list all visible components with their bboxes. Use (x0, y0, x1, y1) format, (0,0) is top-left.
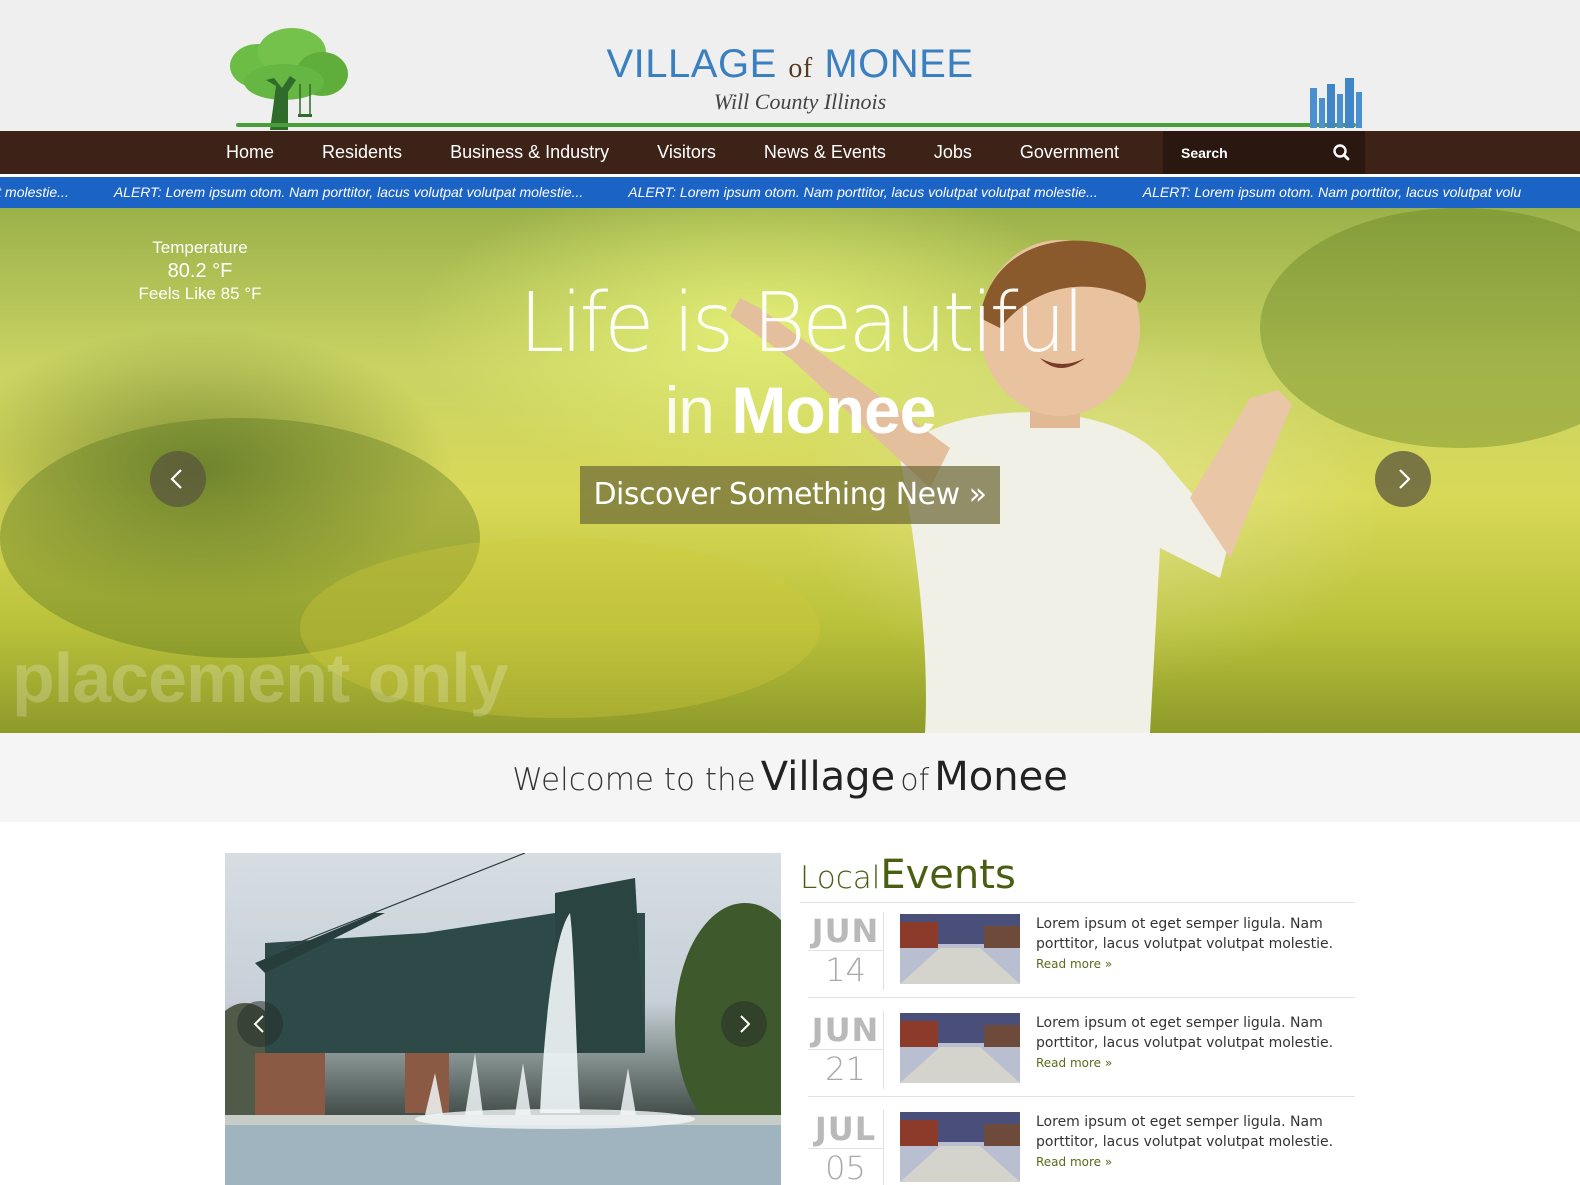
main-nav: Home Residents Business & Industry Visit… (0, 131, 1580, 174)
photo-gallery (225, 853, 781, 1185)
event-day: 05 (808, 1148, 883, 1185)
event-date: JUN 21 (808, 1011, 884, 1089)
skyline-icon (1310, 78, 1362, 128)
search-box (1163, 131, 1365, 174)
event-date: JUL 05 (808, 1110, 884, 1185)
alert-item[interactable]: ALERT: Lorem ipsum otom. Nam porttitor, … (1143, 177, 1521, 208)
gallery-photo-fountain (225, 853, 781, 1185)
event-month: JUL (814, 1110, 877, 1148)
gallery-prev-button[interactable] (237, 1001, 283, 1047)
chevron-right-icon (1399, 469, 1411, 489)
hero-slider: Temperature 80.2 °F Feels Like 85 °F Lif… (0, 208, 1580, 733)
welcome-part-village: Village (760, 754, 896, 800)
nav-item-visitors[interactable]: Visitors (633, 131, 740, 174)
welcome-heading: Welcome to the Village of Monee (0, 733, 1580, 829)
hero-subheadline-place: Monee (731, 373, 936, 447)
alert-item[interactable]: ALERT: Lorem ipsum otom. Nam porttitor, … (114, 177, 583, 208)
nav-item-business-industry[interactable]: Business & Industry (426, 131, 633, 174)
nav-item-home[interactable]: Home (226, 131, 298, 174)
event-description: Lorem ipsum ot eget semper ligula. Nam p… (1036, 1015, 1334, 1051)
weather-widget: Temperature 80.2 °F Feels Like 85 °F (120, 238, 280, 304)
search-input[interactable] (1163, 131, 1323, 174)
site-title: VILLAGE of MONEE (560, 42, 1020, 91)
event-description: Lorem ipsum ot eget semper ligula. Nam p… (1036, 1114, 1334, 1150)
nav-menu: Home Residents Business & Industry Visit… (226, 131, 1143, 174)
event-date: JUN 14 (808, 912, 884, 990)
event-separator (808, 1096, 1355, 1097)
hero-headline: Life is Beautiful (518, 276, 1085, 371)
hero-next-button[interactable] (1375, 451, 1431, 507)
event-read-more-link[interactable]: Read more » (1036, 1155, 1112, 1169)
event-month: JUN (811, 912, 880, 950)
event-day: 14 (808, 950, 883, 989)
chevron-right-icon (740, 1015, 751, 1033)
event-separator (808, 997, 1355, 998)
events-divider (800, 902, 1355, 903)
placement-watermark: placement only (12, 639, 509, 717)
weather-label: Temperature (152, 238, 248, 257)
alert-track: utpat molestie... ALERT: Lorem ipsum oto… (0, 177, 1566, 208)
event-thumbnail[interactable] (900, 1112, 1020, 1182)
hero-prev-button[interactable] (150, 451, 206, 507)
site-subtitle: Will County Illinois (713, 89, 887, 114)
welcome-part-of: of (900, 763, 930, 798)
nav-item-government[interactable]: Government (996, 131, 1143, 174)
site-title-village: VILLAGE (606, 42, 777, 86)
welcome-part-1: Welcome to the (512, 762, 756, 798)
discover-button[interactable]: Discover Something New » (580, 466, 1000, 524)
event-month: JUN (811, 1011, 880, 1049)
event-item[interactable]: JUL 05 Lorem ipsum ot eget semper ligula… (808, 1108, 1355, 1185)
chevron-left-icon (253, 1015, 264, 1033)
welcome-banner: Welcome to the Village of Monee (0, 733, 1580, 822)
nav-item-residents[interactable]: Residents (298, 131, 426, 174)
event-item[interactable]: JUN 21 Lorem ipsum ot eget semper ligula… (808, 1009, 1355, 1106)
site-header: VILLAGE of MONEE Will County Illinois (0, 0, 1580, 131)
hero-subheadline-in: in (664, 373, 715, 447)
site-title-monee: MONEE (824, 42, 974, 86)
tree-logo-icon[interactable] (226, 26, 350, 130)
weather-temperature: 80.2 °F (167, 260, 233, 282)
gallery-next-button[interactable] (721, 1001, 767, 1047)
alert-ticker[interactable]: utpat molestie... ALERT: Lorem ipsum oto… (0, 177, 1580, 208)
nav-item-jobs[interactable]: Jobs (910, 131, 996, 174)
site-title-of: of (788, 53, 813, 84)
nav-item-news-events[interactable]: News & Events (740, 131, 910, 174)
weather-feels-like: Feels Like 85 °F (138, 284, 262, 303)
event-day: 21 (808, 1049, 883, 1088)
events-heading: LocalEvents (800, 852, 1016, 902)
search-icon[interactable] (1331, 142, 1353, 164)
alert-item[interactable]: utpat molestie... (0, 177, 69, 208)
event-description: Lorem ipsum ot eget semper ligula. Nam p… (1036, 916, 1334, 952)
hero-subheadline: in Monee (460, 372, 1140, 448)
event-item[interactable]: JUN 14 Lorem ipsum ot eget semper ligula… (808, 910, 1355, 1007)
chevron-left-icon (170, 469, 182, 489)
event-read-more-link[interactable]: Read more » (1036, 1056, 1112, 1070)
header-divider-line (236, 123, 1356, 127)
alert-item[interactable]: ALERT: Lorem ipsum otom. Nam porttitor, … (628, 177, 1097, 208)
events-heading-local: Local (800, 860, 881, 896)
welcome-part-monee: Monee (934, 754, 1068, 800)
site-brand[interactable]: VILLAGE of MONEE Will County Illinois (560, 42, 1020, 115)
event-thumbnail[interactable] (900, 914, 1020, 984)
event-thumbnail[interactable] (900, 1013, 1020, 1083)
events-heading-events: Events (880, 852, 1016, 898)
event-read-more-link[interactable]: Read more » (1036, 957, 1112, 971)
